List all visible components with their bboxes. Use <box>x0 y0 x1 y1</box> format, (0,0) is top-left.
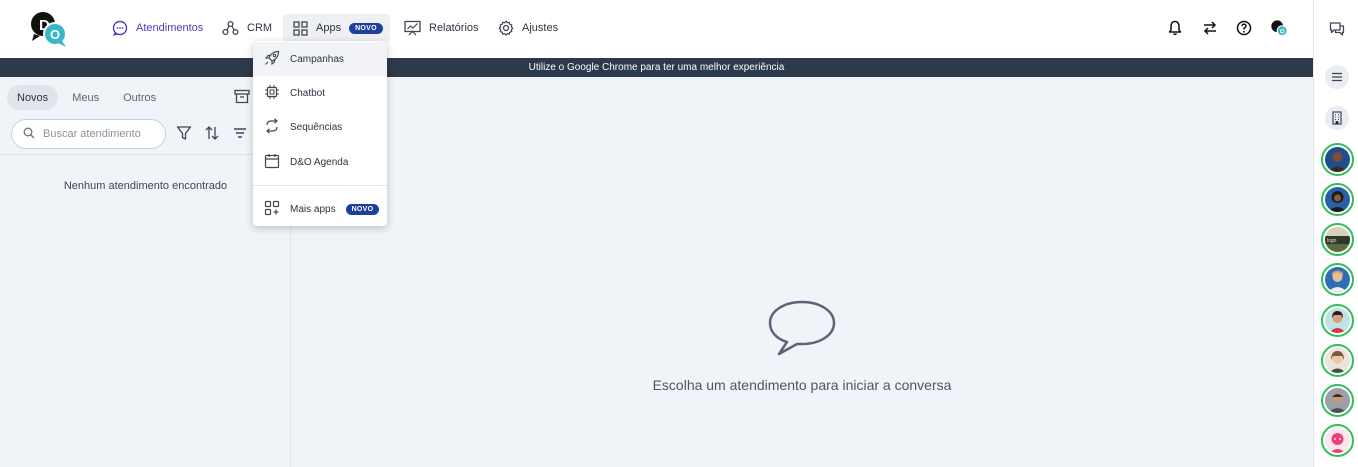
tab-outros[interactable]: Outros <box>113 85 166 110</box>
new-badge: NOVO <box>345 203 380 215</box>
menu-item-label: Sequências <box>290 121 343 133</box>
tab-meus[interactable]: Meus <box>62 85 109 110</box>
nav-apps-label: Apps <box>316 22 342 34</box>
nav-apps[interactable]: Apps NOVO <box>283 14 390 42</box>
archive-icon[interactable] <box>234 89 250 107</box>
menu-icon[interactable] <box>1325 65 1349 89</box>
menu-divider <box>253 185 387 186</box>
svg-text:O: O <box>1280 28 1285 35</box>
chat-dots-icon <box>112 20 128 36</box>
nav-atendimentos-label: Atendimentos <box>136 22 204 34</box>
agent-avatar[interactable] <box>1321 263 1354 296</box>
menu-item-mais-apps[interactable]: Mais apps NOVO <box>253 192 387 226</box>
gear-icon <box>498 20 514 36</box>
menu-item-label: D&O Agenda <box>290 156 349 168</box>
agent-avatar[interactable] <box>1321 384 1354 417</box>
menu-item-do-agenda[interactable]: D&O Agenda <box>253 145 387 179</box>
grid-icon <box>293 20 308 36</box>
agent-avatar[interactable] <box>1321 143 1354 176</box>
nav-relatorios-label: Relatórios <box>429 22 479 34</box>
menu-item-campanhas[interactable]: Campanhas <box>253 42 387 76</box>
svg-text:O: O <box>50 27 60 42</box>
tab-novos[interactable]: Novos <box>7 85 59 110</box>
svg-text:logo: logo <box>1327 238 1337 244</box>
help-icon[interactable] <box>1235 19 1253 37</box>
search-conversations <box>11 119 166 149</box>
search-input[interactable] <box>43 128 153 140</box>
right-sidebar: logo <box>1313 0 1358 467</box>
apps-dropdown-menu: Campanhas Chatbot Sequências D&O Agenda … <box>253 41 387 226</box>
chat-bubble-icon <box>767 299 837 360</box>
agent-avatar[interactable] <box>1321 344 1354 377</box>
divider <box>0 154 291 155</box>
crm-nodes-icon <box>222 20 239 36</box>
search-icon <box>23 127 35 142</box>
agent-avatar[interactable] <box>1321 183 1354 216</box>
menu-item-label: Chatbot <box>290 87 326 99</box>
conversations-panel: Novos Meus Outros Nenhum atendimento enc… <box>0 77 291 467</box>
nav-crm-label: CRM <box>247 22 273 34</box>
transfer-arrows-icon[interactable] <box>1201 19 1219 37</box>
apps-plus-icon <box>264 200 280 219</box>
agent-avatar[interactable] <box>1321 424 1354 457</box>
nav-crm[interactable]: CRM <box>222 14 272 42</box>
nav-ajustes[interactable]: Ajustes <box>498 14 558 42</box>
conversation-area: Escolha um atendimento para iniciar a co… <box>291 77 1313 467</box>
app-logo[interactable]: D O <box>28 9 70 49</box>
chat-bubbles-icon[interactable] <box>1314 0 1358 58</box>
menu-item-label: Mais apps <box>290 203 336 215</box>
sort-arrows-icon[interactable] <box>204 125 220 144</box>
sort-lines-icon[interactable] <box>233 125 247 144</box>
agent-avatar[interactable] <box>1321 304 1354 337</box>
nav-ajustes-label: Ajustes <box>522 22 559 34</box>
calendar-icon <box>264 153 280 172</box>
new-badge: NOVO <box>349 22 383 34</box>
user-profile-icon[interactable]: O <box>1270 19 1288 37</box>
repeat-icon <box>264 117 280 137</box>
top-bar: D O Atendimentos CRM Apps NOVO Relatório… <box>0 0 1313 58</box>
menu-item-chatbot[interactable]: Chatbot <box>253 76 387 110</box>
nav-atendimentos[interactable]: Atendimentos <box>112 14 203 42</box>
conversation-tabs: Novos Meus Outros <box>7 85 166 110</box>
rocket-icon <box>264 50 280 69</box>
bell-icon[interactable] <box>1166 19 1184 37</box>
filter-icon[interactable] <box>176 125 192 144</box>
nav-relatorios[interactable]: Relatórios <box>404 14 479 42</box>
chart-board-icon <box>404 20 421 36</box>
building-icon[interactable] <box>1325 106 1349 130</box>
no-conversations-message: Nenhum atendimento encontrado <box>63 180 228 192</box>
menu-item-sequencias[interactable]: Sequências <box>253 110 387 144</box>
chip-icon <box>264 84 280 103</box>
agent-avatar[interactable]: logo <box>1321 223 1354 256</box>
menu-item-label: Campanhas <box>290 53 344 65</box>
browser-recommendation-banner: Utilize o Google Chrome para ter uma mel… <box>0 58 1313 77</box>
select-conversation-message: Escolha um atendimento para iniciar a co… <box>652 377 952 393</box>
